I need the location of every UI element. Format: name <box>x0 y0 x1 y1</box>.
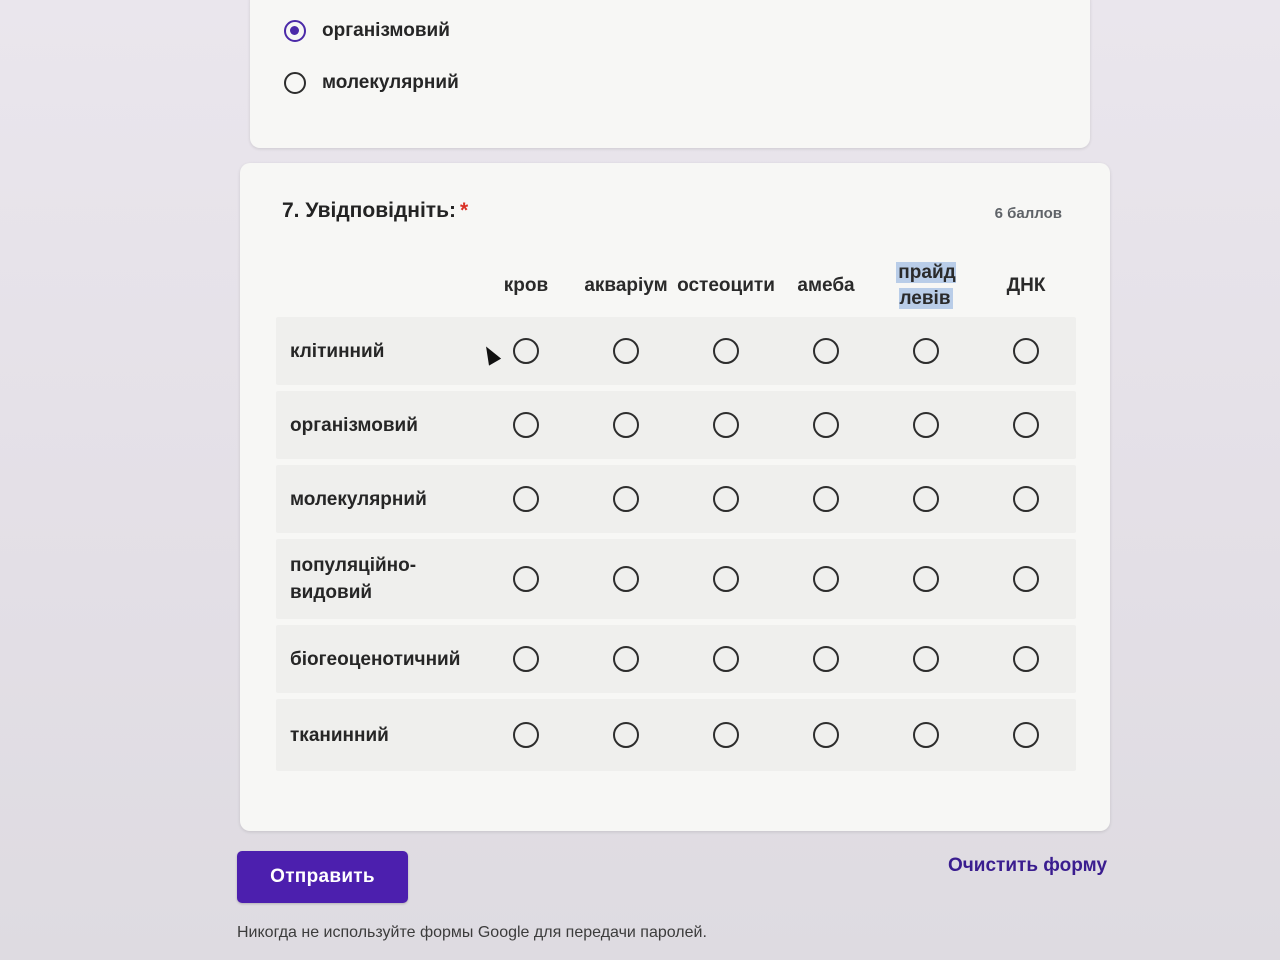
grid-radio[interactable] <box>1013 566 1039 592</box>
previous-question-card: організмовий молекулярний <box>250 0 1090 148</box>
question-title-text: 7. Увідповідніть: <box>282 199 456 222</box>
row-label: тканинний <box>290 724 389 746</box>
grid-row: організмовий <box>276 391 1076 459</box>
submit-button[interactable]: Отправить <box>237 851 408 903</box>
radio-icon[interactable] <box>284 72 306 94</box>
grid-radio[interactable] <box>613 646 639 672</box>
grid-radio[interactable] <box>513 722 539 748</box>
option-molekuliarnyi[interactable]: молекулярний <box>284 72 459 94</box>
grid-radio[interactable] <box>713 486 739 512</box>
question-title: 7. Увідповідніть: * <box>282 199 468 223</box>
grid-radio[interactable] <box>813 646 839 672</box>
column-header: кров <box>503 275 549 296</box>
choice-grid: кров акваріум остеоцити амеба прайд леві… <box>276 255 1076 777</box>
grid-row: популяційно-видовий <box>276 539 1076 619</box>
radio-checked-icon[interactable] <box>284 20 306 42</box>
password-warning-note: Никогда не используйте формы Google для … <box>237 924 707 941</box>
points-label: 6 баллов <box>994 205 1062 222</box>
grid-radio[interactable] <box>913 566 939 592</box>
option-label: молекулярний <box>322 72 459 93</box>
row-label: біогеоценотичний <box>290 648 461 670</box>
grid-radio[interactable] <box>613 722 639 748</box>
grid-radio[interactable] <box>813 566 839 592</box>
grid-row: клітинний <box>276 317 1076 385</box>
column-header: акваріум <box>584 275 668 296</box>
required-asterisk: * <box>459 199 469 222</box>
grid-radio[interactable] <box>513 566 539 592</box>
grid-radio[interactable] <box>513 646 539 672</box>
grid-header: кров акваріум остеоцити амеба прайд леві… <box>276 255 1076 317</box>
form-page: організмовий молекулярний 7. Увідповідні… <box>0 0 1280 960</box>
option-organizmovyi[interactable]: організмовий <box>284 20 450 42</box>
grid-radio[interactable] <box>513 412 539 438</box>
grid-radio[interactable] <box>813 722 839 748</box>
question-7-card: 7. Увідповідніть: * 6 баллов кров акваріу… <box>240 163 1110 831</box>
grid-radio[interactable] <box>1013 412 1039 438</box>
column-header: ДНК <box>1006 275 1046 296</box>
grid-radio[interactable] <box>1013 646 1039 672</box>
row-label: клітинний <box>290 340 385 362</box>
grid-radio[interactable] <box>713 566 739 592</box>
grid-radio[interactable] <box>1013 722 1039 748</box>
grid-radio[interactable] <box>713 412 739 438</box>
row-label: молекулярний <box>290 488 427 510</box>
column-header: амеба <box>797 275 855 296</box>
grid-radio[interactable] <box>813 412 839 438</box>
grid-radio[interactable] <box>513 486 539 512</box>
grid-row: тканинний <box>276 699 1076 771</box>
grid-radio[interactable] <box>613 566 639 592</box>
column-header-text: прайд левів <box>896 262 956 309</box>
grid-radio[interactable] <box>913 412 939 438</box>
grid-radio[interactable] <box>613 338 639 364</box>
column-header-highlighted: прайд левів <box>876 260 976 312</box>
grid-radio[interactable] <box>913 486 939 512</box>
grid-row: молекулярний <box>276 465 1076 533</box>
grid-radio[interactable] <box>713 722 739 748</box>
row-label: популяційно-видовий <box>290 555 417 603</box>
row-label: організмовий <box>290 414 418 436</box>
column-header: остеоцити <box>677 275 775 296</box>
grid-radio[interactable] <box>1013 486 1039 512</box>
grid-row: біогеоценотичний <box>276 625 1076 693</box>
grid-radio[interactable] <box>1013 338 1039 364</box>
grid-radio[interactable] <box>913 722 939 748</box>
grid-radio[interactable] <box>913 646 939 672</box>
grid-radio[interactable] <box>513 338 539 364</box>
grid-radio[interactable] <box>713 646 739 672</box>
grid-radio[interactable] <box>813 338 839 364</box>
grid-radio[interactable] <box>613 412 639 438</box>
grid-radio[interactable] <box>813 486 839 512</box>
option-label: організмовий <box>322 20 450 41</box>
grid-radio[interactable] <box>713 338 739 364</box>
grid-radio[interactable] <box>913 338 939 364</box>
grid-radio[interactable] <box>613 486 639 512</box>
clear-form-link[interactable]: Очистить форму <box>948 855 1107 877</box>
